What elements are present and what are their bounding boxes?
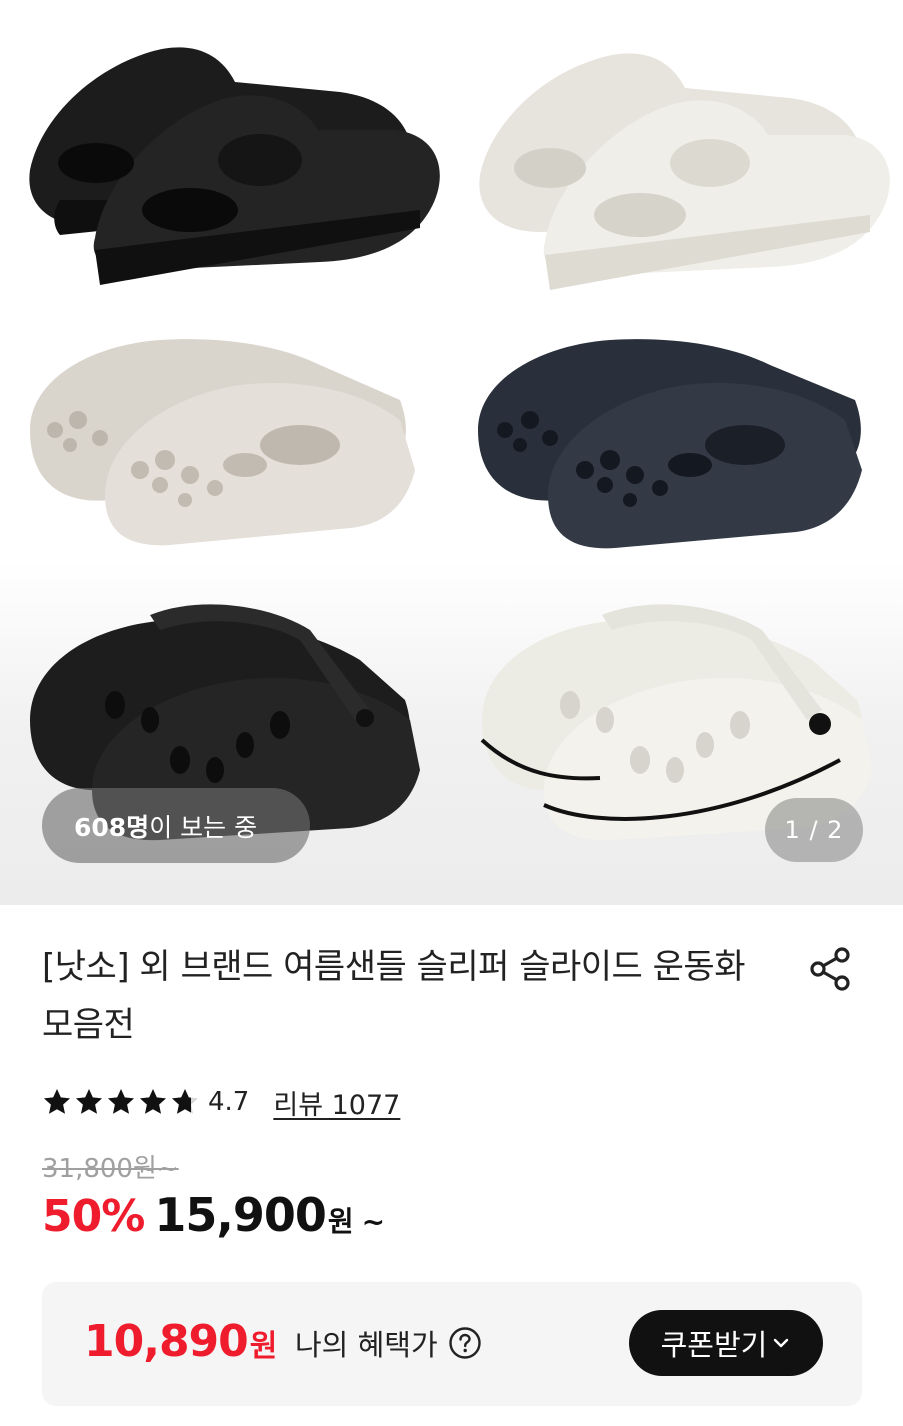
benefit-label: 나의 혜택가 bbox=[295, 1328, 438, 1362]
black-slide-image bbox=[29, 47, 440, 285]
star-icon bbox=[44, 1089, 70, 1114]
rating-value: 4.7 bbox=[208, 1087, 250, 1117]
rating-stars bbox=[42, 1087, 200, 1117]
product-title: [낫소] 외 브랜드 여름샌들 슬리퍼 슬라이드 운동화 모음전 bbox=[42, 947, 745, 1045]
rating-row: 4.7 리뷰 1077 bbox=[42, 1082, 400, 1122]
benefit-price-unit: 원 bbox=[249, 1329, 278, 1364]
product-image bbox=[29, 47, 890, 841]
viewers-count: 608명 bbox=[74, 812, 150, 842]
image-page-indicator: 1 / 2 bbox=[765, 798, 863, 862]
sale-price: 15,900 bbox=[154, 1188, 327, 1242]
original-price: 31,800원~ bbox=[42, 1154, 179, 1184]
star-icon bbox=[76, 1089, 102, 1114]
product-image-gallery[interactable]: 608명 이 보는 중 1 / 2 bbox=[0, 0, 903, 905]
my-benefit-box: 10,890 원 나의 혜택가 쿠폰받기 bbox=[42, 1282, 862, 1406]
sale-price-suffix: ~ bbox=[361, 1205, 386, 1238]
benefit-price: 10,890 원 bbox=[84, 1316, 277, 1367]
viewers-suffix: 이 보는 중 bbox=[149, 812, 258, 842]
viewers-count-badge: 608명 이 보는 중 bbox=[42, 788, 310, 863]
sale-price-unit: 원 bbox=[327, 1205, 354, 1238]
coupon-button-label: 쿠폰받기 bbox=[660, 1328, 768, 1362]
white-slide-image bbox=[479, 53, 890, 290]
share-icon bbox=[810, 947, 850, 991]
benefit-label-group: 나의 혜택가 bbox=[295, 1322, 482, 1364]
chevron-down-icon bbox=[774, 1338, 789, 1348]
star-icon bbox=[172, 1089, 198, 1114]
get-coupon-button[interactable]: 쿠폰받기 bbox=[629, 1310, 823, 1376]
share-button[interactable] bbox=[804, 942, 858, 996]
question-icon[interactable] bbox=[448, 1326, 482, 1360]
price-row: 50% 15,900 원 ~ bbox=[42, 1188, 385, 1250]
star-icon bbox=[108, 1089, 134, 1114]
navy-clog-image bbox=[478, 339, 862, 549]
discount-rate: 50% bbox=[42, 1191, 145, 1242]
beige-clog-image bbox=[30, 339, 415, 546]
review-link[interactable]: 리뷰 1077 bbox=[273, 1083, 400, 1122]
star-icon bbox=[140, 1089, 166, 1114]
benefit-price-value: 10,890 bbox=[84, 1316, 249, 1367]
